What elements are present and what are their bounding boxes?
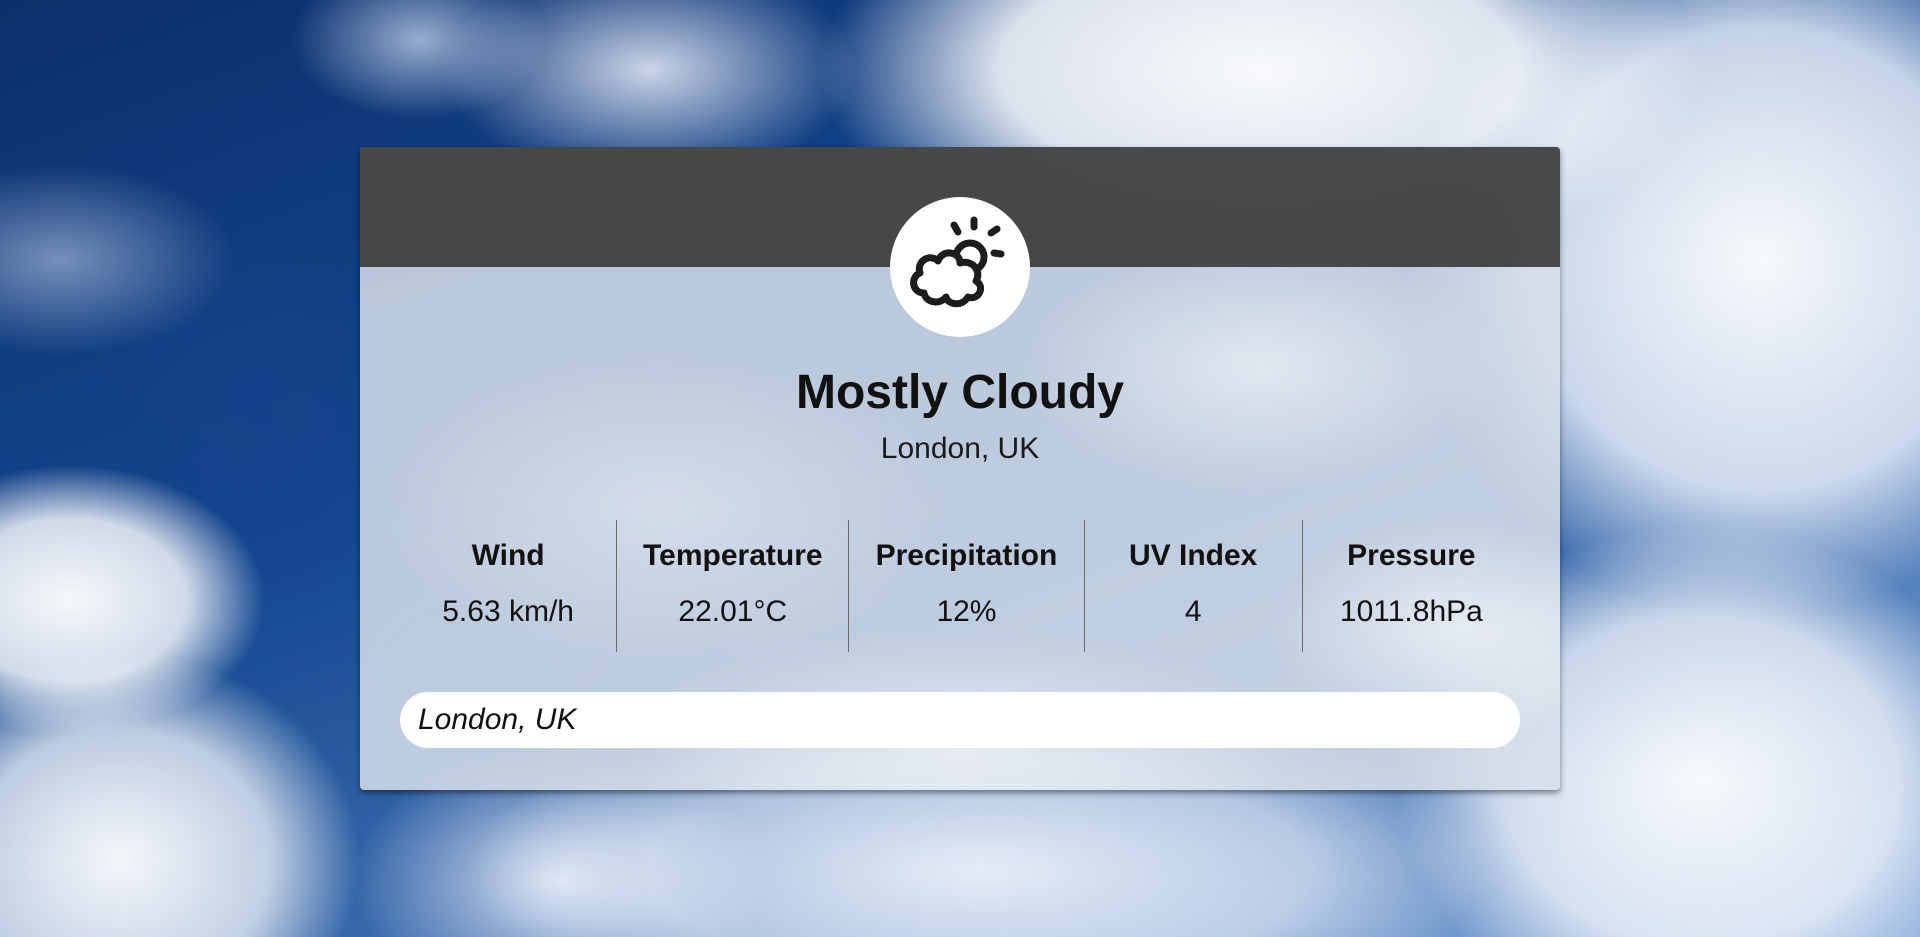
stat-value: 12% [936,595,997,628]
stat-wind: Wind 5.63 km/h [400,520,616,652]
stat-label: UV Index [1128,539,1258,572]
stat-value: 5.63 km/h [442,595,574,628]
stat-temperature: Temperature 22.01°C [616,520,848,652]
stat-pressure: Pressure 1011.8hPa [1301,520,1520,652]
stat-precipitation: Precipitation 12% [848,520,1083,652]
stat-label: Precipitation [875,539,1058,572]
weather-location: London, UK [880,432,1040,465]
stat-value: 4 [1184,595,1202,628]
stat-label: Temperature [643,539,823,572]
stat-label: Pressure [1347,539,1476,572]
weather-stats: Wind 5.63 km/h Temperature 22.01°C Preci… [400,520,1520,652]
partly-cloudy-icon [910,216,1005,308]
location-search-input[interactable] [400,692,1520,748]
stat-value: 22.01°C [678,595,788,628]
stat-value: 1011.8hPa [1339,595,1483,628]
weather-icon-badge [890,197,1030,337]
stat-uv-index: UV Index 4 [1083,520,1302,652]
weather-card: Mostly Cloudy London, UK Wind 5.63 km/h … [360,147,1560,790]
stat-label: Wind [471,539,545,572]
weather-condition: Mostly Cloudy [795,366,1124,419]
